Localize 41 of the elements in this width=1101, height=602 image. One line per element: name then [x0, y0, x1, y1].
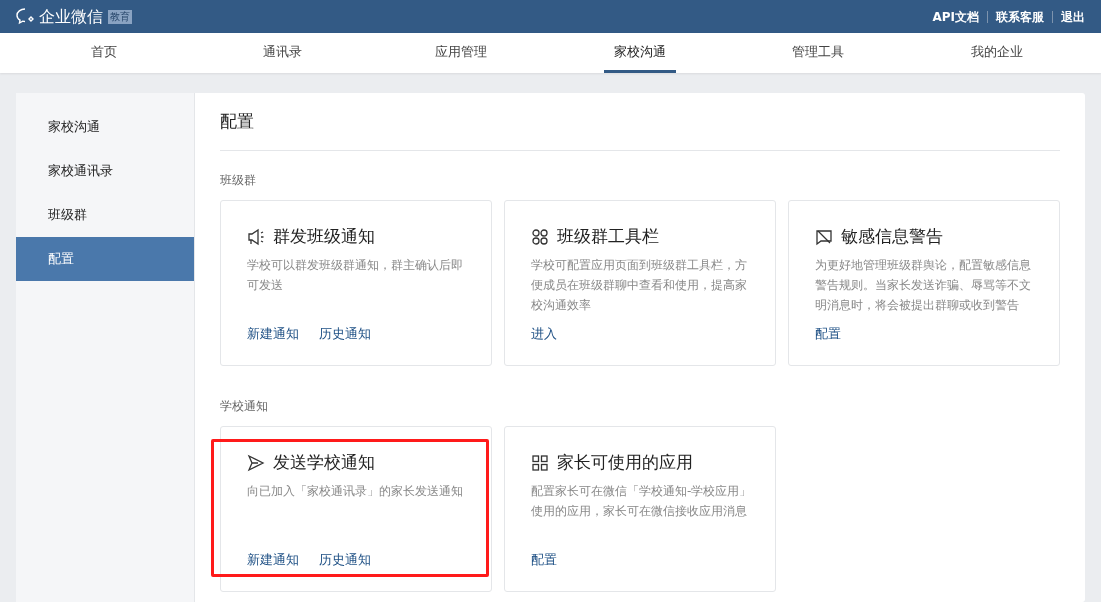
- card-link[interactable]: 配置: [531, 549, 557, 569]
- card-title: 群发班级通知: [273, 225, 375, 249]
- nav-tab[interactable]: 首页: [81, 33, 128, 73]
- section-title: 学校通知: [220, 399, 269, 413]
- header-link[interactable]: 联系客服: [996, 7, 1044, 26]
- card-link[interactable]: 历史通知: [319, 323, 371, 343]
- sidebar-item[interactable]: 家校通讯录: [16, 149, 194, 193]
- card-title: 发送学校通知: [273, 451, 375, 475]
- sidebar-item[interactable]: 家校沟通: [16, 105, 194, 149]
- message-off-icon: [815, 228, 833, 246]
- section-title: 班级群: [220, 173, 257, 187]
- header-link[interactable]: 退出: [1061, 7, 1085, 26]
- card-link[interactable]: 新建通知: [247, 549, 299, 569]
- clover-icon: [531, 228, 549, 246]
- card-description: 为更好地管理班级群舆论，配置敏感信息警告规则。当家长发送诈骗、辱骂等不文明消息时，将会被提出群聊或收到警告: [815, 257, 1032, 314]
- page-title: 配置: [220, 93, 1060, 151]
- grid-icon: [531, 454, 549, 472]
- card-description: 向已加入「家校通讯录」的家长发送通知: [247, 483, 464, 500]
- nav-tab[interactable]: 应用管理: [425, 33, 498, 73]
- chat-logo-icon: [16, 7, 36, 26]
- logo-text: 企业微信: [39, 5, 103, 28]
- card-description: 学校可配置应用页面到班级群工具栏，方便成员在班级群聊中查看和使用，提高家校沟通效率: [531, 257, 748, 314]
- card-link[interactable]: 历史通知: [319, 549, 371, 569]
- sidebar-item[interactable]: 班级群: [16, 193, 194, 237]
- card-title: 敏感信息警告: [841, 225, 943, 249]
- nav-tab[interactable]: 通讯录: [253, 33, 313, 73]
- sidebar-item[interactable]: 配置: [16, 237, 194, 281]
- send-icon: [247, 454, 265, 472]
- nav-tab[interactable]: 家校沟通: [603, 33, 676, 73]
- card-link[interactable]: 进入: [531, 323, 557, 343]
- card-description: 配置家长可在微信「学校通知-学校应用」使用的应用，家长可在微信接收应用消息: [531, 483, 753, 520]
- nav-tab[interactable]: 管理工具: [782, 33, 855, 73]
- header-link[interactable]: API文档: [932, 7, 979, 26]
- card-description: 学校可以群发班级群通知，群主确认后即可发送: [247, 257, 464, 294]
- card-title: 家长可使用的应用: [557, 451, 693, 475]
- megaphone-icon: [247, 228, 265, 246]
- logo-badge: 教育: [108, 9, 132, 24]
- card-link[interactable]: 新建通知: [247, 323, 299, 343]
- nav-tab[interactable]: 我的企业: [960, 33, 1033, 73]
- card-title: 班级群工具栏: [557, 225, 659, 249]
- card-link[interactable]: 配置: [815, 323, 841, 343]
